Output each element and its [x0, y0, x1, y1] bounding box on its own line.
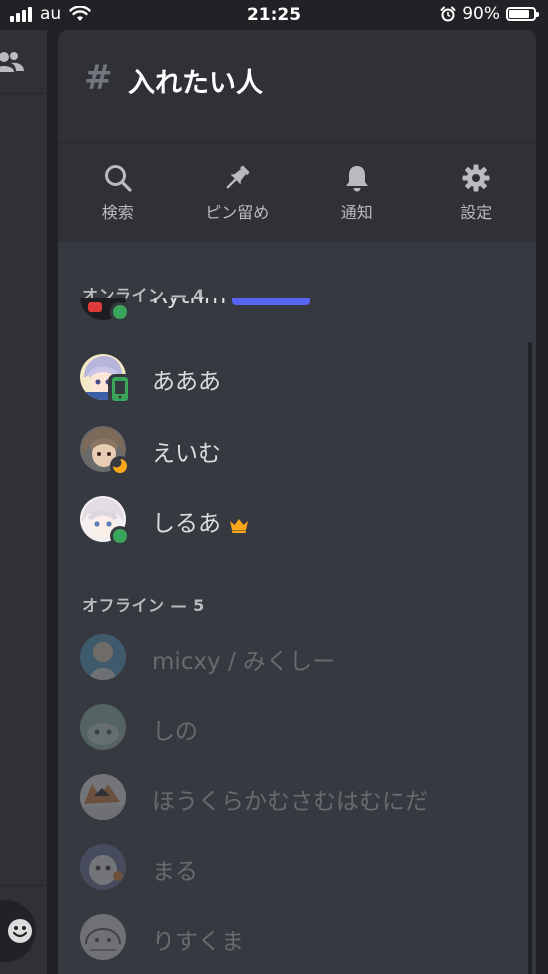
gear-icon — [462, 164, 490, 192]
search-label: 検索 — [101, 203, 134, 222]
member-item[interactable]: ほうくらかむさむはむにだ — [80, 774, 520, 826]
search-icon — [104, 165, 132, 192]
battery-icon — [506, 7, 539, 21]
offline-section-header: オフライン — 5 — [82, 596, 205, 615]
channel-title: 入れたい人 — [128, 68, 263, 99]
settings-button[interactable]: 設定 — [417, 143, 537, 241]
avatar — [80, 774, 126, 820]
member-item[interactable]: えいむ — [80, 426, 520, 478]
member-item[interactable]: しるあ — [80, 496, 520, 548]
crown-icon — [230, 518, 248, 533]
smiley-icon — [8, 919, 32, 943]
battery-percent: 90% — [462, 4, 500, 24]
member-item[interactable]: りすくま — [80, 914, 520, 966]
settings-label: 設定 — [460, 203, 493, 222]
channel-panel: # 入れたい人 検索 ピン留め 通知 設定 オンライン — 4 あああ えいむ … — [58, 30, 536, 974]
member-item[interactable]: あああ — [80, 354, 520, 406]
left-strip — [0, 30, 47, 974]
member-name: しの — [152, 719, 198, 745]
online-status-icon — [110, 526, 130, 546]
idle-status-icon — [110, 456, 130, 476]
notifications-label: 通知 — [340, 203, 373, 222]
bot-tag — [232, 298, 310, 305]
avatar — [80, 844, 126, 890]
members-icon[interactable] — [0, 50, 24, 74]
member-list[interactable]: オンライン — 4 Rythm — [58, 242, 536, 974]
member-name-row: しるあ — [152, 504, 249, 538]
online-status-icon — [110, 302, 130, 322]
strip-divider — [0, 93, 47, 94]
alarm-icon — [440, 6, 456, 22]
member-name: あああ — [152, 369, 221, 395]
member-item[interactable]: しの — [80, 704, 520, 756]
member-name: しるあ — [152, 511, 221, 537]
avatar — [80, 704, 126, 750]
avatar — [80, 914, 126, 960]
member-name: まる — [152, 859, 198, 885]
pin-icon — [226, 165, 250, 189]
channel-actions: 検索 ピン留め 通知 設定 — [58, 143, 536, 241]
member-name: micxy / みくしー — [152, 649, 336, 675]
channel-header: # 入れたい人 — [58, 30, 536, 143]
mobile-status-icon — [108, 374, 132, 404]
notifications-button[interactable]: 通知 — [297, 143, 417, 241]
pin-button[interactable]: ピン留め — [178, 143, 298, 241]
member-item-partial[interactable]: Rythm — [80, 298, 520, 338]
avatar — [80, 634, 126, 680]
member-name: ほうくらかむさむはむにだ — [152, 789, 428, 815]
member-item[interactable]: micxy / みくしー — [80, 634, 520, 686]
emoji-button[interactable] — [0, 900, 36, 962]
member-list-scrollbar[interactable] — [528, 342, 532, 974]
member-name: えいむ — [152, 441, 221, 467]
member-name: りすくま — [152, 929, 244, 955]
hash-icon: # — [84, 58, 113, 98]
strip-divider — [0, 885, 47, 886]
search-button[interactable]: 検索 — [58, 143, 178, 241]
status-right: 90% — [440, 4, 539, 24]
bell-icon — [345, 166, 368, 192]
pin-label: ピン留め — [205, 203, 270, 222]
member-item[interactable]: まる — [80, 844, 520, 896]
status-bar: au 21:25 90% — [0, 0, 548, 30]
member-name: Rythm — [152, 298, 226, 309]
